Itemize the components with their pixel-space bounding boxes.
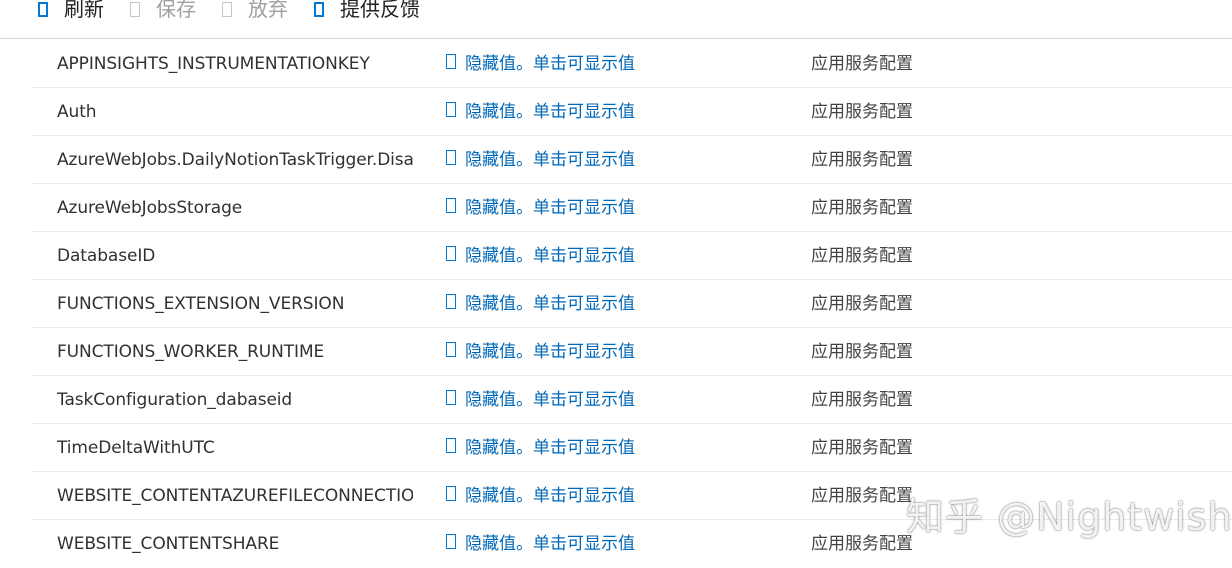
setting-source: 应用服务配置 — [811, 390, 913, 410]
setting-name[interactable]: FUNCTIONS_EXTENSION_VERSION — [57, 294, 413, 314]
show-value-link[interactable]: 隐藏值。单击可显示值 — [446, 193, 635, 218]
feedback-label: 提供反馈 — [340, 0, 420, 21]
table-row[interactable]: APPINSIGHTS_INSTRUMENTATIONKEY 隐藏值。单击可显示… — [32, 40, 1232, 88]
hidden-value-text[interactable]: 隐藏值。单击可显示值 — [465, 433, 635, 458]
hidden-value-text[interactable]: 隐藏值。单击可显示值 — [465, 289, 635, 314]
setting-name[interactable]: WEBSITE_CONTENTAZUREFILECONNECTIONS — [57, 486, 413, 506]
feedback-icon — [314, 1, 324, 17]
setting-source: 应用服务配置 — [811, 438, 913, 458]
hidden-value-text[interactable]: 隐藏值。单击可显示值 — [465, 529, 635, 554]
setting-source: 应用服务配置 — [811, 534, 913, 554]
refresh-label: 刷新 — [64, 0, 104, 21]
show-value-link[interactable]: 隐藏值。单击可显示值 — [446, 145, 635, 170]
setting-name[interactable]: WEBSITE_CONTENTSHARE — [57, 534, 413, 554]
eye-icon — [446, 390, 456, 405]
hidden-value-text[interactable]: 隐藏值。单击可显示值 — [465, 49, 635, 74]
hidden-value-text[interactable]: 隐藏值。单击可显示值 — [465, 97, 635, 122]
eye-icon — [446, 54, 456, 69]
setting-source: 应用服务配置 — [811, 294, 913, 314]
table-row[interactable]: WEBSITE_CONTENTAZUREFILECONNECTIONS 隐藏值。… — [32, 472, 1232, 520]
eye-icon — [446, 486, 456, 501]
setting-name[interactable]: FUNCTIONS_WORKER_RUNTIME — [57, 342, 413, 362]
setting-name[interactable]: AzureWebJobs.DailyNotionTaskTrigger.Disa… — [57, 150, 413, 170]
show-value-link[interactable]: 隐藏值。单击可显示值 — [446, 481, 635, 506]
show-value-link[interactable]: 隐藏值。单击可显示值 — [446, 49, 635, 74]
table-row[interactable]: Auth 隐藏值。单击可显示值 应用服务配置 — [32, 88, 1232, 136]
table-row[interactable]: TimeDeltaWithUTC 隐藏值。单击可显示值 应用服务配置 — [32, 424, 1232, 472]
eye-icon — [446, 294, 456, 309]
table-row[interactable]: FUNCTIONS_WORKER_RUNTIME 隐藏值。单击可显示值 应用服务… — [32, 328, 1232, 376]
show-value-link[interactable]: 隐藏值。单击可显示值 — [446, 529, 635, 554]
eye-icon — [446, 198, 456, 213]
app-settings-grid: APPINSIGHTS_INSTRUMENTATIONKEY 隐藏值。单击可显示… — [0, 40, 1232, 568]
setting-name[interactable]: TimeDeltaWithUTC — [57, 438, 413, 458]
save-button[interactable]: 保存 — [130, 0, 196, 20]
feedback-button[interactable]: 提供反馈 — [314, 0, 420, 20]
table-row[interactable]: DatabaseID 隐藏值。单击可显示值 应用服务配置 — [32, 232, 1232, 280]
show-value-link[interactable]: 隐藏值。单击可显示值 — [446, 337, 635, 362]
setting-source: 应用服务配置 — [811, 198, 913, 218]
hidden-value-text[interactable]: 隐藏值。单击可显示值 — [465, 241, 635, 266]
table-row[interactable]: AzureWebJobs.DailyNotionTaskTrigger.Disa… — [32, 136, 1232, 184]
setting-source: 应用服务配置 — [811, 486, 913, 506]
hidden-value-text[interactable]: 隐藏值。单击可显示值 — [465, 145, 635, 170]
setting-source: 应用服务配置 — [811, 246, 913, 266]
eye-icon — [446, 438, 456, 453]
eye-icon — [446, 342, 456, 357]
discard-label: 放弃 — [248, 0, 288, 21]
refresh-button[interactable]: 刷新 — [38, 0, 104, 20]
show-value-link[interactable]: 隐藏值。单击可显示值 — [446, 97, 635, 122]
hidden-value-text[interactable]: 隐藏值。单击可显示值 — [465, 481, 635, 506]
hidden-value-text[interactable]: 隐藏值。单击可显示值 — [465, 337, 635, 362]
setting-source: 应用服务配置 — [811, 150, 913, 170]
save-label: 保存 — [156, 0, 196, 21]
hidden-value-text[interactable]: 隐藏值。单击可显示值 — [465, 193, 635, 218]
eye-icon — [446, 534, 456, 549]
setting-name[interactable]: APPINSIGHTS_INSTRUMENTATIONKEY — [57, 54, 413, 74]
eye-icon — [446, 150, 456, 165]
show-value-link[interactable]: 隐藏值。单击可显示值 — [446, 289, 635, 314]
table-row[interactable]: WEBSITE_CONTENTSHARE 隐藏值。单击可显示值 应用服务配置 — [32, 520, 1232, 568]
show-value-link[interactable]: 隐藏值。单击可显示值 — [446, 241, 635, 266]
discard-icon — [222, 1, 232, 17]
hidden-value-text[interactable]: 隐藏值。单击可显示值 — [465, 385, 635, 410]
command-bar: 刷新 保存 放弃 提供反馈 — [0, 0, 1232, 39]
eye-icon — [446, 102, 456, 117]
eye-icon — [446, 246, 456, 261]
table-row[interactable]: AzureWebJobsStorage 隐藏值。单击可显示值 应用服务配置 — [32, 184, 1232, 232]
refresh-icon — [38, 1, 48, 17]
setting-name[interactable]: AzureWebJobsStorage — [57, 198, 413, 218]
setting-name[interactable]: TaskConfiguration_dabaseid — [57, 390, 413, 410]
setting-name[interactable]: Auth — [57, 102, 413, 122]
save-icon — [130, 1, 140, 17]
table-row[interactable]: FUNCTIONS_EXTENSION_VERSION 隐藏值。单击可显示值 应… — [32, 280, 1232, 328]
show-value-link[interactable]: 隐藏值。单击可显示值 — [446, 433, 635, 458]
setting-name[interactable]: DatabaseID — [57, 246, 413, 266]
discard-button[interactable]: 放弃 — [222, 0, 288, 20]
setting-source: 应用服务配置 — [811, 342, 913, 362]
table-row[interactable]: TaskConfiguration_dabaseid 隐藏值。单击可显示值 应用… — [32, 376, 1232, 424]
setting-source: 应用服务配置 — [811, 54, 913, 74]
setting-source: 应用服务配置 — [811, 102, 913, 122]
show-value-link[interactable]: 隐藏值。单击可显示值 — [446, 385, 635, 410]
